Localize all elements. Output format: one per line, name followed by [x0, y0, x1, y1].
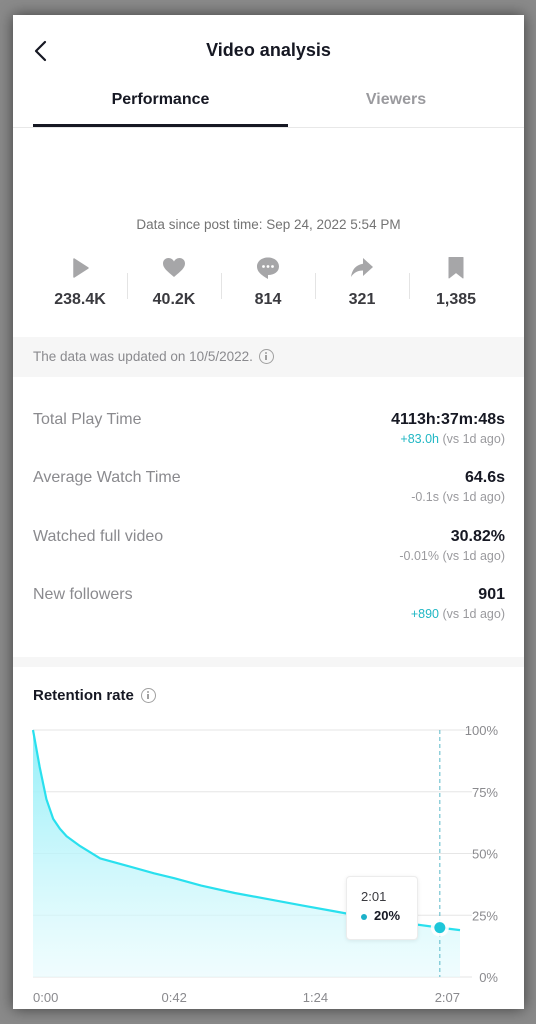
update-notice: The data was updated on 10/5/2022. [13, 337, 524, 377]
delta-value: +83.0h [400, 432, 439, 446]
delta-value: -0.01% [399, 549, 439, 563]
delta-suffix: (vs 1d ago) [438, 549, 505, 563]
delta-suffix: (vs 1d ago) [438, 432, 505, 446]
tooltip-value: 20% [374, 908, 401, 923]
retention-title: Retention rate [33, 687, 156, 704]
engagement-stats: 238.4K 40.2K 814 321 1,385 [33, 255, 503, 325]
y-tick-label: 50% [472, 847, 498, 862]
retention-chart[interactable]: 100% 75% 50% 25% 0% 0:00 0:42 1:24 2:07 [13, 715, 524, 1009]
metric-total-play-time: Total Play Time 4113h:37m:48s +83.0h (vs… [33, 405, 505, 455]
delta-suffix: (vs 1d ago) [438, 607, 505, 621]
tooltip-series-dot [361, 914, 367, 920]
retention-title-text: Retention rate [33, 687, 134, 704]
tab-performance[interactable]: Performance [33, 91, 288, 109]
metric-label: New followers [33, 586, 133, 603]
delta-value: -0.1s [411, 490, 439, 504]
metric-label: Watched full video [33, 528, 164, 545]
stat-value: 40.2K [152, 291, 196, 308]
metric-label: Total Play Time [33, 411, 142, 428]
app-screen: Video analysis Performance Viewers Data … [13, 15, 524, 1009]
y-tick-label: 75% [472, 785, 498, 800]
metric-value: 64.6s [464, 469, 505, 486]
play-icon [73, 258, 89, 278]
stat-plays: 238.4K [33, 255, 127, 325]
active-tab-indicator [33, 124, 288, 127]
metric-delta: -0.1s (vs 1d ago) [411, 490, 505, 504]
tab-bar: Performance Viewers [13, 85, 524, 128]
data-since-text: Data since post time: Sep 24, 2022 5:54 … [136, 217, 401, 232]
stat-value: 238.4K [54, 291, 106, 308]
delta-value: +890 [410, 607, 439, 621]
metric-delta: +83.0h (vs 1d ago) [400, 432, 505, 446]
y-tick-label: 25% [472, 908, 498, 923]
stat-likes: 40.2K [127, 255, 221, 325]
delta-suffix: (vs 1d ago) [438, 490, 505, 504]
updated-text: The data was updated on 10/5/2022. [33, 349, 253, 364]
stat-comments: 814 [221, 255, 315, 325]
y-tick-label: 0% [479, 970, 498, 985]
x-tick-label: 2:07 [435, 990, 460, 1005]
stat-saves: 1,385 [409, 255, 503, 325]
share-icon [351, 258, 373, 277]
metric-label: Average Watch Time [33, 469, 181, 486]
y-tick-label: 100% [465, 723, 499, 738]
x-tick-label: 0:42 [162, 990, 187, 1005]
metric-average-watch-time: Average Watch Time 64.6s -0.1s (vs 1d ag… [33, 463, 505, 513]
metric-value: 30.82% [450, 528, 505, 545]
tooltip-time: 2:01 [361, 889, 387, 904]
comment-icon [257, 257, 279, 279]
chart-tooltip: 2:01 20% [346, 876, 418, 940]
x-tick-label: 1:24 [303, 990, 328, 1005]
metric-value: 901 [478, 586, 505, 603]
metric-delta: -0.01% (vs 1d ago) [399, 549, 505, 563]
bookmark-icon [448, 257, 464, 279]
info-icon[interactable] [140, 688, 156, 703]
x-tick-label: 0:00 [33, 990, 58, 1005]
page-title: Video analysis [206, 40, 331, 60]
section-divider [13, 657, 524, 667]
stat-value: 321 [348, 291, 376, 308]
metric-new-followers: New followers 901 +890 (vs 1d ago) [33, 580, 505, 630]
stat-shares: 321 [315, 255, 409, 325]
heart-icon [163, 258, 185, 277]
metric-delta: +890 (vs 1d ago) [411, 607, 505, 621]
tab-viewers[interactable]: Viewers [288, 91, 504, 109]
stat-value: 814 [254, 291, 282, 308]
header: Video analysis [13, 15, 524, 85]
highlight-point[interactable] [434, 922, 446, 934]
metric-value: 4113h:37m:48s [391, 411, 505, 428]
metric-watched-full-video: Watched full video 30.82% -0.01% (vs 1d … [33, 522, 505, 572]
stat-value: 1,385 [435, 291, 477, 308]
info-icon[interactable] [258, 349, 274, 364]
